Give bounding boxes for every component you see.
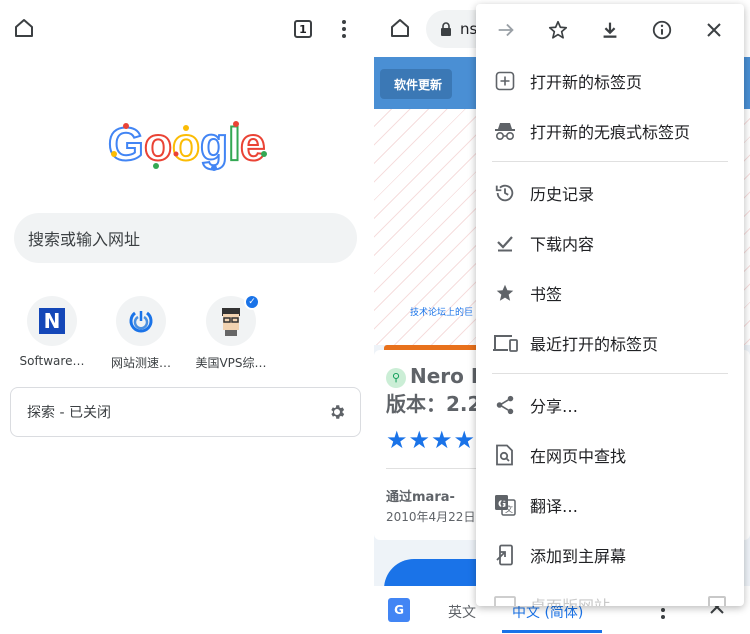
menu-item-label: 打开新的标签页 [530, 73, 643, 92]
shortcut-icon: N [27, 296, 77, 346]
shortcut-icon [116, 296, 166, 346]
find-in-page-icon [492, 442, 518, 468]
incognito-icon [492, 118, 518, 144]
shortcut-tile-software[interactable]: N Software… [7, 296, 97, 368]
svg-text:g: g [200, 118, 228, 170]
article-title[interactable]: ⚲ Nero L [386, 364, 484, 388]
forward-arrow-icon [498, 23, 514, 37]
menu-item-label: 在网页中查找 [530, 447, 627, 466]
menu-item-downloads[interactable]: 下载内容 [476, 218, 744, 268]
svg-text:o: o [144, 118, 172, 170]
translate-icon: G文 [492, 492, 518, 518]
bookmarks-icon [492, 280, 518, 306]
source-language-tab[interactable]: 英文 [448, 602, 476, 622]
avatar-icon [222, 308, 240, 336]
close-menu-button[interactable] [694, 10, 734, 50]
menu-item-label: 历史记录 [530, 185, 595, 204]
shortcut-label: Software… [19, 354, 85, 368]
lock-icon [441, 22, 451, 36]
selected-tab-indicator [502, 630, 602, 633]
menu-item-add-to-home[interactable]: 添加到主屏幕 [476, 530, 744, 580]
menu-item-label: 最近打开的标签页 [530, 335, 659, 354]
menu-item-find-in-page[interactable]: 在网页中查找 [476, 430, 744, 480]
menu-item-label: 打开新的无痕式标签页 [530, 123, 691, 142]
divider [386, 468, 486, 469]
page-info-button[interactable] [642, 10, 682, 50]
menu-item-label: 书签 [530, 285, 563, 304]
menu-divider [492, 161, 728, 162]
menu-item-bookmarks[interactable]: 书签 [476, 268, 744, 318]
menu-item-translate[interactable]: G文 翻译… [476, 480, 744, 530]
menu-item-label: 桌面版网站 [530, 593, 610, 606]
hero-text: 技术论坛上的巨 [410, 308, 474, 318]
tab-count: 1 [294, 20, 312, 38]
article-version: 版本：2.2 [386, 392, 482, 416]
search-placeholder: 搜索或输入网址 [28, 230, 141, 249]
verified-badge-icon: ✓ [244, 294, 260, 310]
menu-item-label: 分享… [530, 397, 579, 416]
category-tag[interactable]: 软件更新 [380, 69, 453, 99]
forward-button[interactable] [486, 10, 526, 50]
star-outline-icon [548, 20, 568, 39]
article-title-text: Nero L [410, 364, 484, 388]
home-icon[interactable] [10, 14, 38, 42]
menu-divider [492, 373, 728, 374]
rating-stars[interactable]: ★★★★ [386, 426, 476, 454]
menu-action-row [476, 4, 744, 56]
download-icon [603, 22, 617, 38]
tab-switcher-button[interactable]: 1 [291, 17, 315, 41]
menu-item-share[interactable]: 分享… [476, 380, 744, 430]
download-page-button[interactable] [590, 10, 630, 50]
author-text: 通过mara- [386, 490, 455, 505]
home-icon[interactable] [386, 14, 414, 42]
history-icon [492, 180, 518, 206]
google-translate-icon[interactable]: G [388, 598, 410, 622]
desktop-site-icon [492, 592, 518, 606]
explore-label: 探索 - 已关闭 [27, 405, 111, 421]
new-tab-page: 1 G o o g l e 搜索或输入网址 N Software… 网站测速… … [0, 0, 374, 634]
n-logo-icon: N [39, 308, 65, 334]
share-icon [492, 392, 518, 418]
menu-item-recent-tabs[interactable]: 最近打开的标签页 [476, 318, 744, 368]
pin-icon: ⚲ [386, 367, 406, 388]
shortcut-label: 美国VPS综… [195, 356, 267, 370]
settings-gear-icon[interactable] [328, 403, 346, 421]
downloads-icon [492, 230, 518, 256]
search-input[interactable]: 搜索或输入网址 [14, 213, 357, 263]
menu-item-label: 添加到主屏幕 [530, 547, 627, 566]
explore-card[interactable]: 探索 - 已关闭 [10, 387, 361, 437]
add-to-home-icon [492, 542, 518, 568]
new-tab-icon [492, 68, 518, 94]
shortcut-tile-speedtest[interactable]: 网站测速… [96, 296, 186, 371]
menu-item-incognito-tab[interactable]: 打开新的无痕式标签页 [476, 106, 744, 156]
overflow-menu: 打开新的标签页 打开新的无痕式标签页 历史记录 下载内容 书签 最近打开的标签页 [476, 4, 744, 606]
svg-text:文: 文 [505, 504, 513, 514]
close-icon [707, 23, 721, 37]
info-icon [652, 20, 672, 40]
date-text: 2010年4月22日 [386, 510, 476, 524]
desktop-site-checkbox[interactable] [708, 596, 726, 606]
shortcut-label: 网站测速… [110, 356, 171, 370]
menu-item-label: 翻译… [530, 497, 579, 516]
menu-item-label: 下载内容 [530, 235, 595, 254]
recent-tabs-icon [492, 330, 518, 356]
speedtest-icon [129, 311, 153, 333]
menu-item-desktop-site[interactable]: 桌面版网站 [476, 580, 744, 606]
menu-item-new-tab[interactable]: 打开新的标签页 [476, 56, 744, 106]
shortcut-tile-vps[interactable]: ✓ 美国VPS综… [186, 294, 276, 371]
svg-text:e: e [240, 118, 266, 170]
more-options-icon[interactable] [334, 16, 354, 42]
shortcut-icon: ✓ [206, 294, 260, 346]
bookmark-button[interactable] [538, 10, 578, 50]
google-doodle-logo[interactable]: G o o g l e [106, 114, 272, 176]
menu-item-history[interactable]: 历史记录 [476, 168, 744, 218]
url-text: ns [460, 20, 478, 38]
